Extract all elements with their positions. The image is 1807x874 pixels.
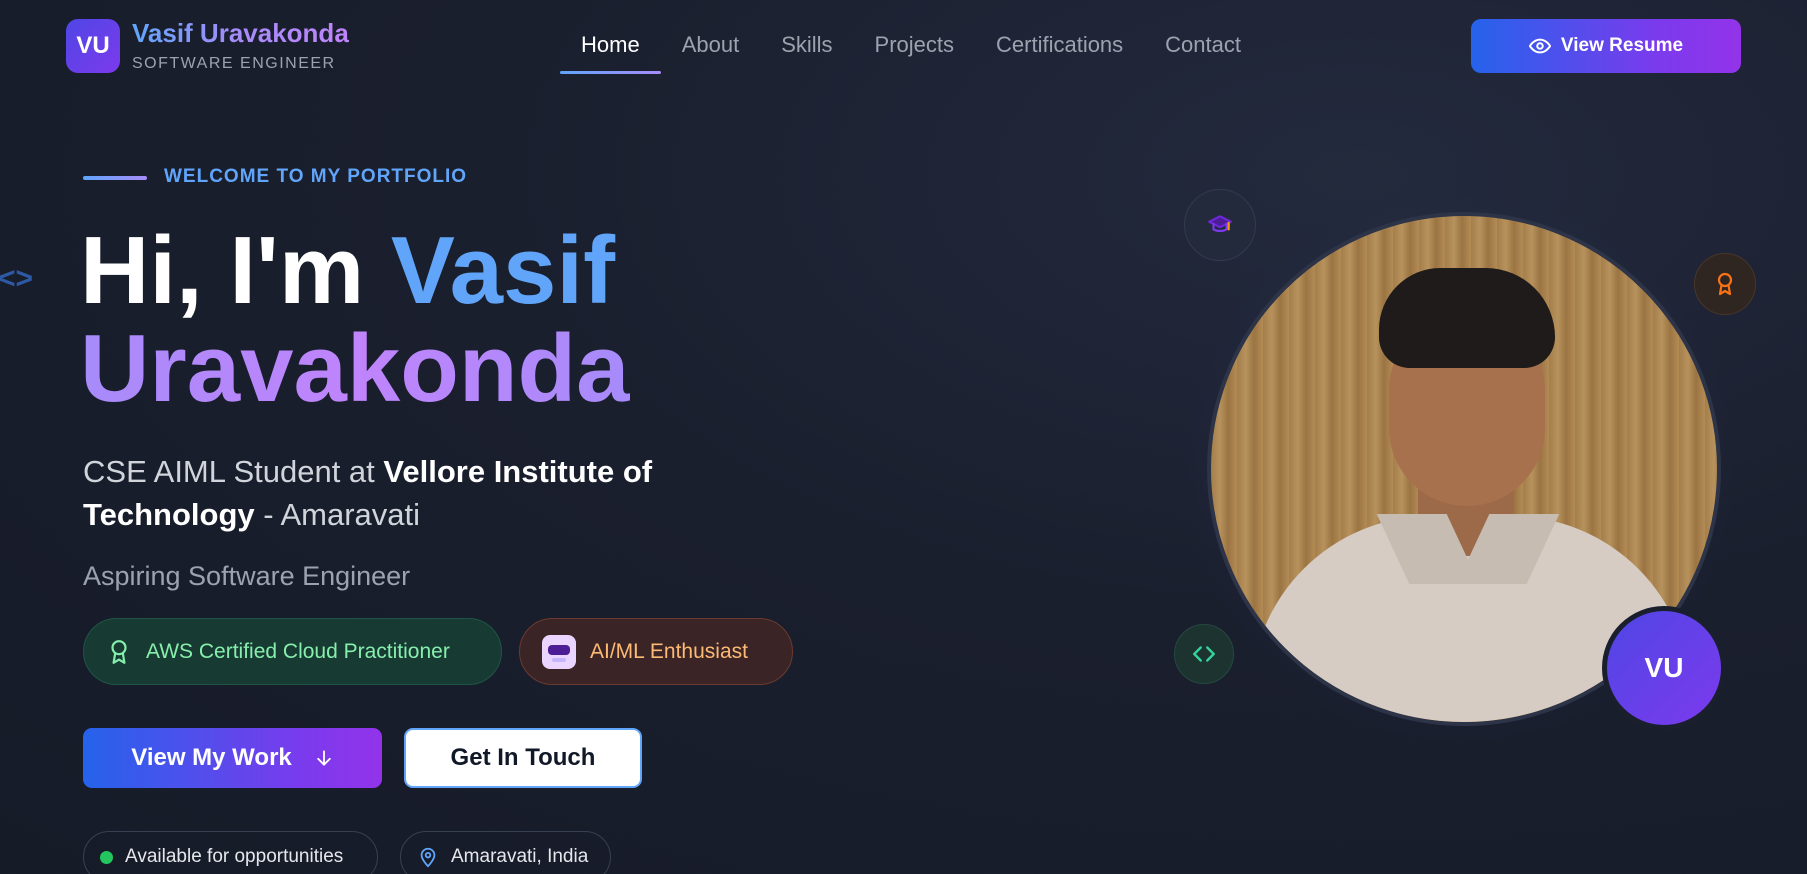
location-chip: Amaravati, India (400, 831, 611, 874)
arrow-down-icon (314, 748, 334, 768)
view-my-work-button[interactable]: View My Work (83, 728, 382, 788)
nav-item-skills[interactable]: Skills (760, 28, 853, 74)
map-pin-icon (417, 846, 439, 868)
eye-icon (1528, 35, 1551, 57)
award-icon (106, 639, 132, 665)
logo-initials: VU (76, 32, 110, 59)
welcome-label: WELCOME TO MY PORTFOLIO (164, 166, 468, 187)
brand-subtitle: SOFTWARE ENGINEER (132, 55, 336, 72)
nav-item-projects[interactable]: Projects (854, 28, 975, 74)
availability-label: Available for opportunities (125, 846, 344, 867)
brand-name[interactable]: Vasif Uravakonda (132, 18, 349, 49)
subtitle-role: CSE AIML Student at (83, 454, 384, 489)
hero-first-name: Vasif (390, 217, 616, 324)
hero-title: Hi, I'm Vasif Uravakonda (80, 222, 630, 418)
nav-item-certifications[interactable]: Certifications (975, 28, 1144, 74)
nav-item-about[interactable]: About (661, 28, 761, 74)
status-dot (100, 850, 113, 864)
hero-last-name: Uravakonda (80, 315, 630, 422)
view-my-work-label: View My Work (131, 744, 292, 771)
robot-icon (542, 634, 576, 669)
code-icon: <> (0, 262, 34, 295)
subtitle-campus: - Amaravati (254, 497, 421, 532)
hero-title-prefix: Hi, I'm (80, 217, 391, 324)
site-header: VU Vasif Uravakonda SOFTWARE ENGINEER Ho… (0, 0, 1807, 92)
nav-item-home[interactable]: Home (560, 28, 661, 74)
view-resume-button[interactable]: View Resume (1471, 19, 1741, 73)
nav-item-contact[interactable]: Contact (1144, 28, 1262, 74)
hero-subtitle: CSE AIML Student at Vellore Institute of… (83, 450, 803, 536)
main-nav: Home About Skills Projects Certification… (560, 28, 1262, 74)
code-icon[interactable] (1174, 624, 1234, 684)
initials-badge: VU (1602, 606, 1726, 730)
view-resume-label: View Resume (1560, 35, 1684, 56)
availability-chip: Available for opportunities (83, 831, 378, 874)
graduation-cap-icon[interactable] (1184, 189, 1256, 261)
aiml-badge-label: AI/ML Enthusiast (590, 639, 748, 663)
welcome-accent-line (83, 176, 147, 180)
location-label: Amaravati, India (451, 846, 589, 867)
get-in-touch-button[interactable]: Get In Touch (404, 728, 642, 788)
photo-hair (1379, 268, 1555, 368)
hero-tagline: Aspiring Software Engineer (83, 561, 411, 591)
aws-certification-badge: AWS Certified Cloud Practitioner (83, 618, 502, 685)
award-icon[interactable] (1694, 253, 1756, 315)
logo[interactable]: VU (66, 19, 120, 73)
aiml-badge: AI/ML Enthusiast (519, 618, 793, 685)
aws-badge-label: AWS Certified Cloud Practitioner (146, 639, 450, 663)
